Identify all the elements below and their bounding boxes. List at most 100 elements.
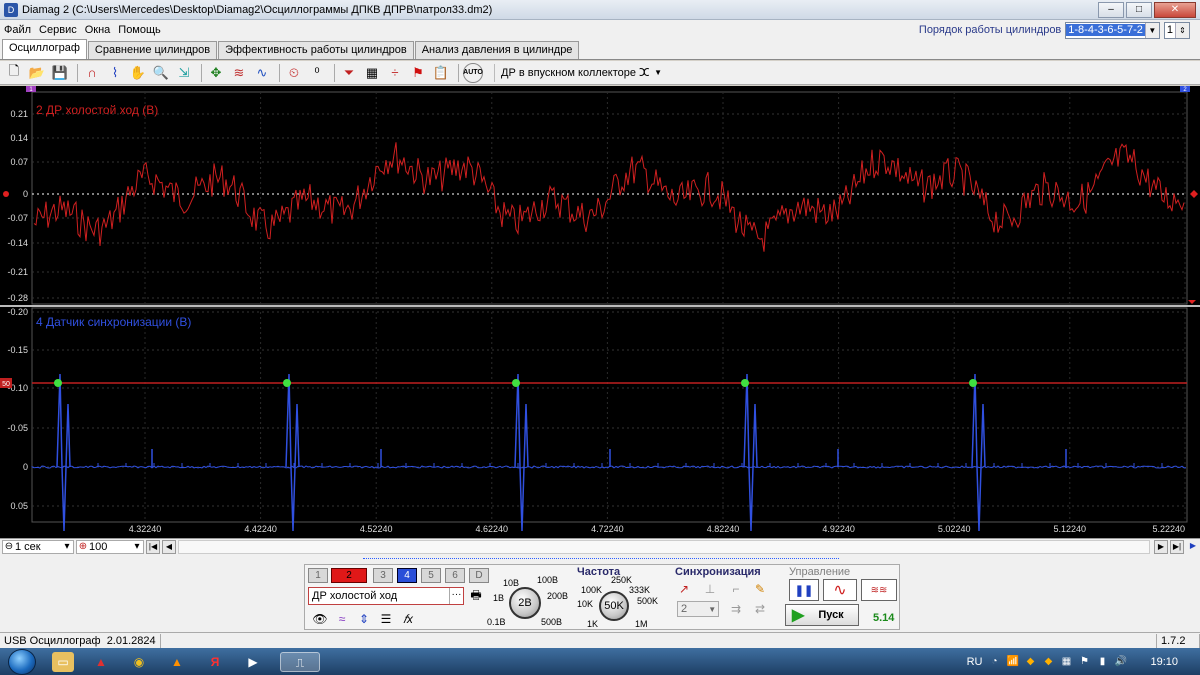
time-scrollbar[interactable]: [178, 539, 1150, 554]
menu-windows[interactable]: Окна: [81, 24, 115, 36]
auto-icon[interactable]: AUTO: [463, 62, 483, 83]
pause-button[interactable]: ❚❚: [789, 579, 819, 601]
menu-help[interactable]: Помощь: [114, 24, 165, 36]
first-page-icon[interactable]: |◀: [146, 539, 160, 554]
windows-start-icon[interactable]: [8, 648, 36, 675]
edge-down-icon[interactable]: ⌐: [727, 581, 745, 597]
plus-circle-icon[interactable]: ⊕: [77, 541, 89, 552]
maximize-button[interactable]: □: [1126, 1, 1152, 18]
hand-icon[interactable]: ✋: [128, 63, 148, 83]
filter-icon[interactable]: ⏷: [339, 63, 359, 83]
taskbar-clock[interactable]: 19:10: [1150, 656, 1178, 668]
next-icon[interactable]: ▶: [1154, 539, 1168, 554]
spinner-arrows-icon[interactable]: ⇕: [1175, 22, 1189, 38]
player-icon[interactable]: ▶: [242, 652, 264, 672]
new-file-icon[interactable]: 🗋: [4, 63, 24, 83]
tab-cylinder-efficiency[interactable]: Эффективность работы цилиндров: [218, 41, 414, 59]
tray-app-icon[interactable]: ◔: [988, 656, 1000, 668]
sync-arrows-icon[interactable]: ⇉: [727, 601, 745, 617]
vlc-icon[interactable]: ▲: [166, 652, 188, 672]
app-red-icon[interactable]: ▲: [90, 652, 112, 672]
channel-d-button[interactable]: D: [469, 568, 489, 583]
language-indicator[interactable]: RU: [967, 656, 983, 668]
clipboard-icon[interactable]: 📋: [431, 63, 451, 83]
auto-measure-icon[interactable]: ⏲: [284, 63, 304, 83]
offset-zero-icon[interactable]: ⁰: [307, 63, 327, 83]
zoom-icon[interactable]: 🔍: [151, 63, 171, 83]
vertical-arrows-icon[interactable]: ⇕: [355, 611, 373, 627]
sync-merge-icon[interactable]: ⇄: [751, 601, 769, 617]
signal-icon[interactable]: 📶: [1006, 656, 1018, 668]
battery-icon[interactable]: ▮: [1096, 656, 1108, 668]
oscilloscope-display[interactable]: 0.21 0.14 0.07 0 -0.07 -0.14 -0.21 -0.28 -0.20 -0…: [0, 86, 1200, 538]
channel-6-button[interactable]: 6: [445, 568, 465, 583]
record-icon[interactable]: 🖶: [467, 587, 485, 603]
chevron-down-icon[interactable]: ▼: [1144, 22, 1159, 38]
overlay-icon[interactable]: ∿: [252, 63, 272, 83]
rising-edge-icon[interactable]: ↗: [675, 581, 693, 597]
waves-icon[interactable]: ≋: [229, 63, 249, 83]
last-page-icon[interactable]: ▶|: [1170, 539, 1184, 554]
chevron-down-icon[interactable]: ▼: [708, 605, 716, 614]
close-button[interactable]: ✕: [1154, 1, 1196, 18]
chevron-down-icon[interactable]: ▼: [654, 68, 662, 77]
firing-order-select[interactable]: 1-8-4-3-6-5-7-2 ▼: [1065, 21, 1160, 39]
edge-up-icon[interactable]: ⊥: [701, 581, 719, 597]
zoom-select[interactable]: ⊕ 100 ▾: [76, 539, 144, 554]
sync-channel-select[interactable]: 2 ▼: [677, 601, 719, 617]
scope-canvas[interactable]: 0.21 0.14 0.07 0 -0.07 -0.14 -0.21 -0.28 -0.20 -0…: [0, 86, 1200, 538]
noise-button[interactable]: ≋≋: [861, 579, 897, 601]
eye-icon[interactable]: 👁: [311, 611, 329, 627]
panel-splitter[interactable]: [363, 554, 839, 559]
tab-oscilloscope[interactable]: Осциллограф: [2, 39, 87, 59]
firing-order-value: 1-8-4-3-6-5-7-2: [1066, 24, 1145, 36]
timebase-select[interactable]: ⊖ 1 сек ▾: [2, 539, 74, 554]
network-icon[interactable]: ▦: [1060, 656, 1072, 668]
split-icon[interactable]: ÷: [385, 63, 405, 83]
invert-icon[interactable]: ≈: [333, 611, 351, 627]
channel-preset-select[interactable]: ДР в впускном коллекторе ⵋ ▼: [494, 63, 666, 82]
start-button[interactable]: ▶ Пуск: [785, 604, 859, 626]
tray-app2-icon[interactable]: ◆: [1042, 656, 1054, 668]
minus-circle-icon[interactable]: ⊖: [3, 541, 15, 552]
flag-tray-icon[interactable]: ⚑: [1078, 656, 1090, 668]
save-icon[interactable]: 💾: [50, 63, 70, 83]
trigger-edit-icon[interactable]: ✎: [751, 581, 769, 597]
channel-4-button[interactable]: 4: [397, 568, 417, 583]
chevron-down-icon[interactable]: ▾: [61, 541, 73, 552]
yandex-icon[interactable]: Я: [204, 652, 226, 672]
center-icon[interactable]: ✥: [206, 63, 226, 83]
menu-service[interactable]: Сервис: [35, 24, 81, 36]
open-folder-icon[interactable]: 📂: [27, 63, 47, 83]
grid-icon[interactable]: ▦: [362, 63, 382, 83]
chrome-icon[interactable]: ◉: [128, 652, 150, 672]
prev-icon[interactable]: ◀: [162, 539, 176, 554]
tab-cylinder-compare[interactable]: Сравнение цилиндров: [87, 41, 218, 59]
menu-file[interactable]: Файл: [0, 24, 35, 36]
volt-knob[interactable]: 2В: [509, 587, 541, 619]
function-icon[interactable]: 𝑓x: [399, 611, 417, 627]
cursor-a-icon[interactable]: ∩: [82, 63, 102, 83]
cylinder-spinner[interactable]: 1 ⇕: [1163, 21, 1190, 39]
frequency-knob[interactable]: 50K: [599, 591, 629, 621]
volume-icon[interactable]: 🔊: [1114, 656, 1126, 668]
chevron-down-icon[interactable]: ▾: [131, 541, 143, 552]
play-icon[interactable]: ▶: [1186, 540, 1200, 554]
sine-button[interactable]: ∿: [823, 579, 857, 601]
more-icon[interactable]: ···: [449, 588, 463, 604]
minimize-button[interactable]: –: [1098, 1, 1124, 18]
lines-icon[interactable]: ☰: [377, 611, 395, 627]
diamag-task-icon[interactable]: ⎍: [280, 651, 320, 672]
tab-pressure-analysis[interactable]: Анализ давления в цилиндре: [414, 41, 580, 59]
top-signal-trace: [33, 142, 1185, 252]
channel-3-button[interactable]: 3: [373, 568, 393, 583]
flag-icon[interactable]: ⚑: [408, 63, 428, 83]
channel-name-field[interactable]: ДР холостой ход ···: [308, 587, 464, 605]
cursor-b-icon[interactable]: ⌇: [105, 63, 125, 83]
channel-2-button[interactable]: 2: [331, 568, 367, 583]
scale-icon[interactable]: ⇲: [174, 63, 194, 83]
tray-update-icon[interactable]: ◆: [1024, 656, 1036, 668]
explorer-icon[interactable]: ▭: [52, 651, 74, 672]
channel-5-button[interactable]: 5: [421, 568, 441, 583]
channel-1-button[interactable]: 1: [308, 568, 328, 583]
